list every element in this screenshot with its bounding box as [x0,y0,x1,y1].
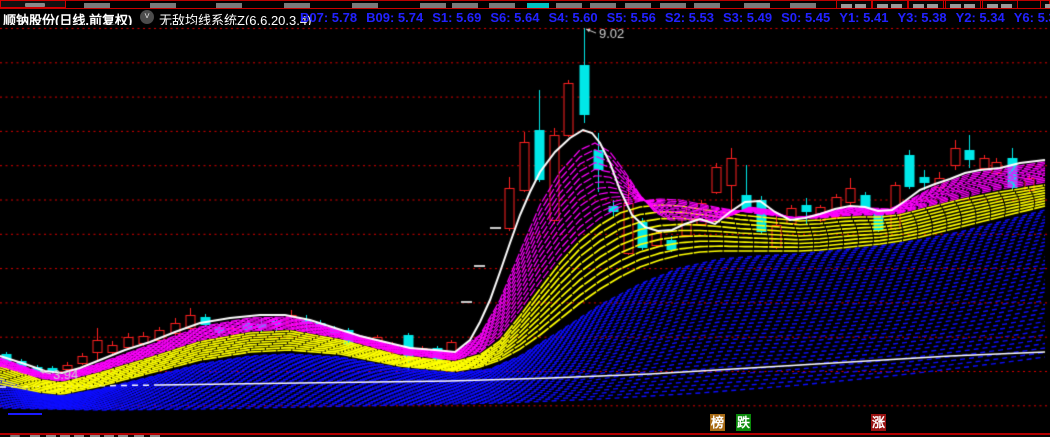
indicator-value-Y2: Y2: 5.34 [955,10,1005,25]
menu-bar [0,0,1050,9]
indicator-value-S5: S5: 5.56 [606,10,656,25]
indicator-value-B09: B09: 5.74 [366,10,424,25]
indicator-value-S3: S3: 5.49 [722,10,773,25]
indicator-value-S4: S4: 5.60 [548,10,598,25]
menu-button-highlighted[interactable] [0,0,66,8]
indicator-value-Y3: Y3: 5.38 [897,10,947,25]
indicator-value-Y6: Y6: 5.30 [1013,10,1050,25]
ranking-shortcut-榜[interactable]: 榜 [710,414,726,431]
indicator-value-B07: B07: 5.78 [300,10,358,25]
indicator-value-S2: S2: 5.53 [664,10,714,25]
hamburger-icon [25,3,45,7]
indicator-value-S1: S1: 5.69 [432,10,482,25]
trading-app-window: 顺钠股份(日线.前复权) ˅ 无敌均线系统Z(6,6,20,3,4) B07: … [0,0,1050,437]
ranking-shortcut-跌[interactable]: 跌 [736,414,752,431]
bottom-bar: 榜跌 涨 [0,412,1050,433]
chevron-down-icon[interactable]: ˅ [140,10,154,24]
indicator-value-Y1: Y1: 5.41 [839,10,889,25]
chart-title-bar: 顺钠股份(日线.前复权) ˅ 无敌均线系统Z(6,6,20,3,4) B07: … [0,9,1050,28]
indicator-value-S6: S6: 5.64 [490,10,540,25]
active-tab-underline [8,413,42,415]
indicator-values: B07: 5.78 B09: 5.74 S1: 5.69 S6: 5.64 S4: 5.… [300,10,1050,25]
ranking-shortcut-涨[interactable]: 涨 [871,414,887,431]
indicator-value-S0: S0: 5.45 [781,10,831,25]
main-chart[interactable] [0,25,1050,412]
